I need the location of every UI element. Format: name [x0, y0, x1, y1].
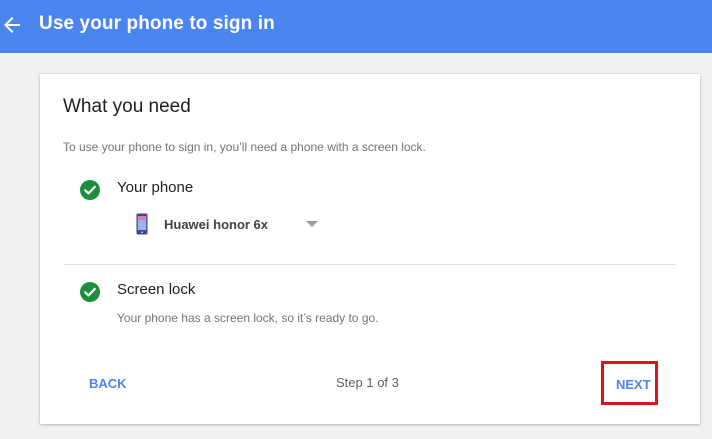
- next-button[interactable]: NEXT: [616, 377, 651, 392]
- divider: [64, 264, 676, 265]
- next-highlight-box: NEXT: [601, 361, 658, 405]
- device-select[interactable]: Huawei honor 6x: [136, 212, 319, 236]
- requirement-screen-lock-label: Screen lock: [117, 281, 196, 298]
- screen-lock-detail: Your phone has a screen lock, so it’s re…: [117, 311, 379, 325]
- app-header: Use your phone to sign in: [0, 0, 712, 53]
- requirement-your-phone-label: Your phone: [117, 179, 194, 196]
- check-circle-icon: [80, 180, 100, 200]
- card-description: To use your phone to sign in, you’ll nee…: [63, 140, 426, 154]
- back-button[interactable]: BACK: [89, 376, 127, 391]
- page-title: Use your phone to sign in: [39, 13, 275, 34]
- chevron-down-icon[interactable]: [306, 220, 319, 228]
- phone-icon: [136, 213, 148, 235]
- what-you-need-card: What you need To use your phone to sign …: [40, 74, 700, 424]
- card-title: What you need: [63, 96, 191, 117]
- step-indicator: Step 1 of 3: [336, 375, 399, 390]
- arrow-back-icon[interactable]: [0, 13, 24, 37]
- check-circle-icon: [80, 282, 100, 302]
- device-select-value: Huawei honor 6x: [164, 216, 269, 232]
